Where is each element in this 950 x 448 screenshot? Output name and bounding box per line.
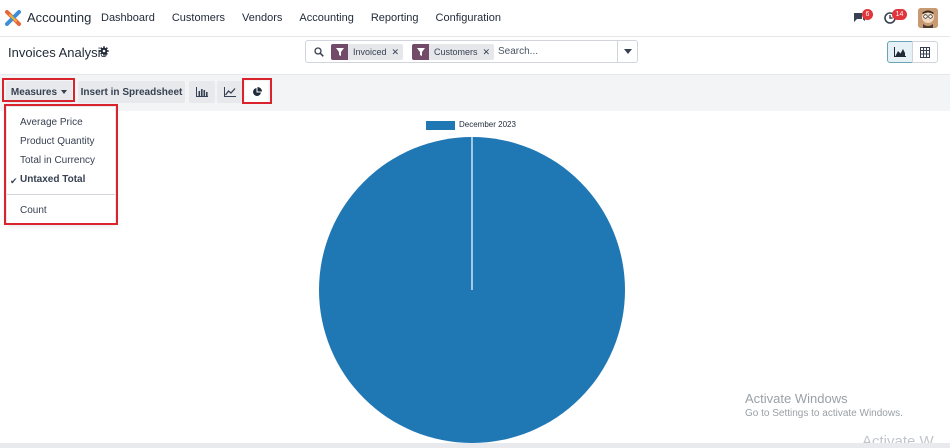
activate-windows-title: Activate Windows	[745, 391, 848, 406]
bottom-scroll-edge	[0, 443, 950, 448]
activate-windows-subtitle: Go to Settings to activate Windows.	[745, 408, 903, 419]
pie-chart	[319, 137, 625, 443]
